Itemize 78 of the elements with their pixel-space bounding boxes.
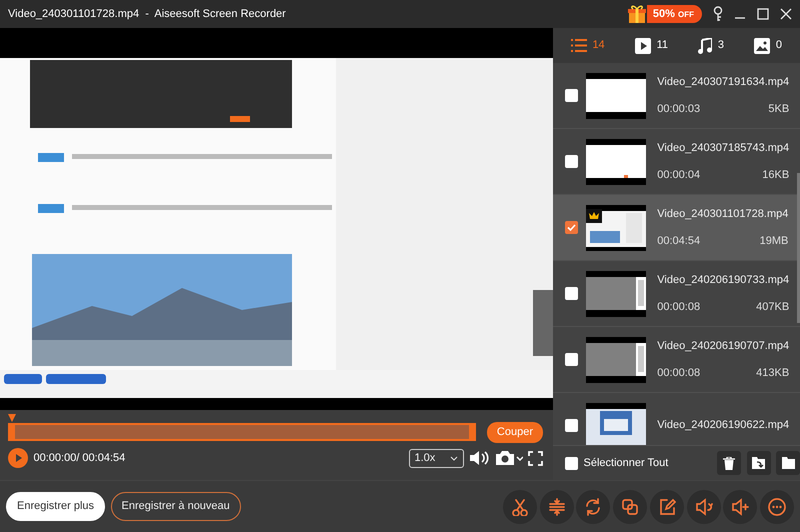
select-all-label[interactable]: Sélectionner Tout <box>584 454 668 472</box>
tab[interactable]: 14 <box>570 37 605 54</box>
merge-button[interactable] <box>613 490 647 524</box>
audio-convert-button[interactable] <box>686 490 720 524</box>
folder-button[interactable] <box>776 451 800 475</box>
recording-row[interactable]: Video_240206190622.mp4 <box>553 393 800 445</box>
folder-icon <box>782 457 794 469</box>
play-button[interactable] <box>8 448 28 468</box>
scissors-icon <box>510 498 529 516</box>
edit-button[interactable] <box>650 490 684 524</box>
volume-boost-button[interactable] <box>723 490 758 524</box>
playhead[interactable] <box>8 414 16 422</box>
file-name: Video_240206190622.mp4 <box>657 418 790 434</box>
checkbox[interactable] <box>565 419 578 432</box>
file-size: 19MB <box>760 234 788 249</box>
trim-handle[interactable] <box>8 423 15 442</box>
tab[interactable]: 0 <box>754 37 782 54</box>
scissors-button[interactable] <box>502 490 537 524</box>
recording-row[interactable]: Video_240307185743.mp4 00:00:04 16KB <box>553 129 800 195</box>
playback-time: 00:00:00/ 00:04:54 <box>34 450 126 466</box>
more-icon <box>768 498 786 516</box>
file-name: Video_240307185743.mp4 <box>657 140 790 156</box>
duration: 00:00:08 <box>657 366 700 381</box>
checkbox[interactable] <box>565 353 578 366</box>
record-button[interactable]: Enregistrer plus <box>6 492 106 521</box>
file-name: Video_240301101728.mp4 <box>657 206 788 222</box>
folder-arrow-icon <box>752 457 765 469</box>
speed-dropdown[interactable]: 1.0x <box>408 448 464 468</box>
file-size: 413KB <box>756 366 790 381</box>
trim-handle[interactable] <box>468 423 476 442</box>
music-note-icon <box>698 38 712 54</box>
compress-button[interactable] <box>540 490 574 524</box>
more-button[interactable] <box>760 490 794 524</box>
edit-icon <box>658 498 676 516</box>
fullscreen-icon[interactable] <box>528 450 543 466</box>
file-size: 407KB <box>756 300 790 315</box>
compress-icon <box>548 498 566 516</box>
duration: 00:00:03 <box>657 102 700 117</box>
merge-icon <box>621 498 639 516</box>
file-name: Video_240307191634.mp4 <box>657 74 790 90</box>
trash-icon <box>723 456 735 470</box>
key-icon[interactable] <box>713 6 723 22</box>
scrollbar[interactable] <box>797 173 800 323</box>
file-size: 5KB <box>768 102 790 117</box>
recording-row[interactable]: Video_240301101728.mp4 00:04:54 19MB <box>553 195 800 261</box>
recording-row[interactable]: Video_240206190733.mp4 00:00:08 407KB <box>553 261 800 327</box>
import-button[interactable] <box>746 451 770 475</box>
list-icon <box>570 39 587 52</box>
caret-icon <box>450 456 458 460</box>
checkbox[interactable] <box>565 155 578 168</box>
tab[interactable]: 3 <box>698 37 724 54</box>
file-name: Video_240206190707.mp4 <box>657 338 790 354</box>
duration: 00:00:04 <box>657 168 700 183</box>
close-icon[interactable] <box>780 8 792 20</box>
speaker-icon <box>694 498 712 516</box>
checkbox[interactable] <box>565 89 578 102</box>
convert-button[interactable] <box>576 490 610 524</box>
window-title: Video_240301101728.mp4 - Aiseesoft Screen Recorder <box>8 6 286 22</box>
volume-icon[interactable] <box>469 450 489 466</box>
timeline-track[interactable] <box>8 423 476 442</box>
checkbox[interactable] <box>565 221 578 234</box>
refresh-icon <box>584 498 602 516</box>
delete-button[interactable] <box>717 451 741 475</box>
duration: 00:00:08 <box>657 300 700 315</box>
record-button[interactable]: Enregistrer à nouveau <box>110 492 241 521</box>
tab[interactable]: 11 <box>635 37 668 54</box>
play-icon <box>635 38 652 54</box>
image-icon <box>754 38 770 54</box>
file-size: 16KB <box>762 168 790 183</box>
recording-row[interactable]: Video_240206190707.mp4 00:00:08 413KB <box>553 327 800 393</box>
camera-icon[interactable] <box>494 450 522 466</box>
checkbox[interactable] <box>565 456 578 470</box>
recording-row[interactable]: Video_240307191634.mp4 00:00:03 5KB <box>553 63 800 129</box>
file-name: Video_240206190733.mp4 <box>657 272 790 288</box>
duration: 00:04:54 <box>657 234 700 249</box>
checkbox[interactable] <box>565 287 578 300</box>
maximize-icon[interactable] <box>757 8 769 20</box>
speaker-plus-icon <box>731 498 750 516</box>
